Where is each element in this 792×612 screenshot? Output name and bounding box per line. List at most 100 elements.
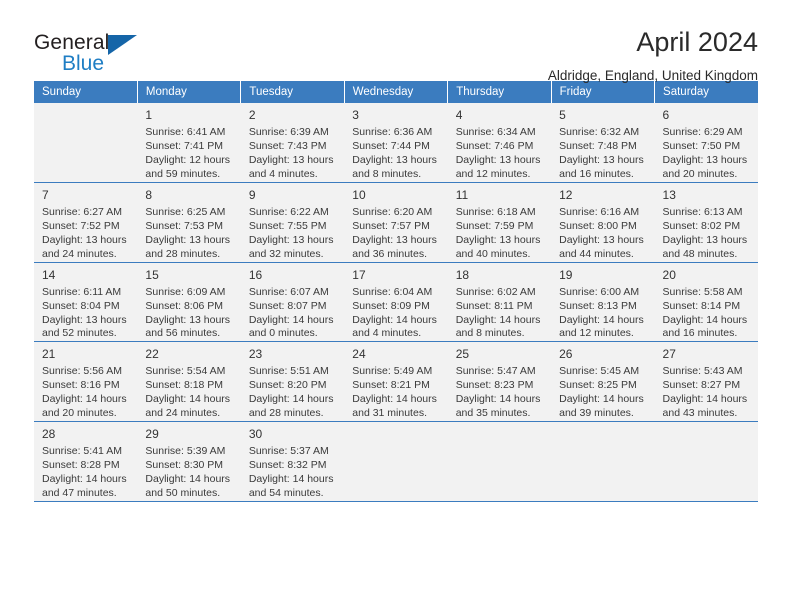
calendar-day-cell[interactable]: 19 Sunrise: 6:00 AM Sunset: 8:13 PM Dayligh… (551, 262, 655, 343)
calendar-day-cell[interactable]: 12 Sunrise: 6:16 AM Sunset: 8:00 PM Dayligh… (551, 182, 655, 263)
title-block: April 2024 Aldridge, England, United Kin… (547, 27, 758, 83)
calendar-day-cell[interactable]: 10 Sunrise: 6:20 AM Sunset: 7:57 PM Dayligh… (344, 182, 448, 263)
day-daylight-line1-text: Daylight: 13 hours (662, 233, 748, 246)
day-daylight-line2-text: and 16 minutes. (662, 327, 738, 340)
day-sunset-text: Sunset: 8:09 PM (352, 299, 430, 312)
logo-text-blue: Blue (62, 52, 105, 75)
day-daylight-line1-text: Daylight: 14 hours (455, 313, 541, 326)
calendar-day-cell[interactable]: 23 Sunrise: 5:51 AM Sunset: 8:20 PM Dayligh… (240, 341, 345, 423)
page-title: April 2024 (636, 27, 758, 57)
day-cell-content: 4 Sunrise: 6:34 AM Sunset: 7:46 PM Daylight… (448, 103, 551, 182)
day-sunset-text: Sunset: 8:04 PM (42, 299, 120, 312)
day-cell-content: 19 Sunrise: 6:00 AM Sunset: 8:13 PM Dayligh… (551, 263, 654, 342)
logo-text-general: General (34, 31, 110, 54)
day-sunrise-text: Sunrise: 5:54 AM (145, 365, 226, 378)
day-sunrise-text: Sunrise: 6:34 AM (455, 126, 536, 138)
calendar-day-cell[interactable]: 25 Sunrise: 5:47 AM Sunset: 8:23 PM Dayligh… (447, 341, 552, 423)
day-daylight-line2-text: and 20 minutes. (662, 167, 738, 180)
day-number: 19 (559, 267, 573, 282)
day-number: 27 (662, 347, 676, 362)
day-daylight-line2-text: and 44 minutes. (559, 247, 634, 260)
day-sunrise-text: Sunrise: 5:49 AM (352, 365, 433, 378)
day-cell-content: 8 Sunrise: 6:25 AM Sunset: 7:53 PM Daylight… (137, 183, 240, 262)
calendar-day-cell[interactable]: 29 Sunrise: 5:39 AM Sunset: 8:30 PM Dayligh… (137, 421, 241, 503)
day-cell-content: 22 Sunrise: 5:54 AM Sunset: 8:18 PM Dayligh… (137, 342, 240, 421)
day-number: 18 (455, 267, 470, 282)
day-sunrise-text: Sunrise: 5:56 AM (42, 365, 122, 378)
calendar-day-cell[interactable]: 16 Sunrise: 6:07 AM Sunset: 8:07 PM Dayligh… (240, 262, 345, 343)
calendar-day-cell[interactable]: 27 Sunrise: 5:43 AM Sunset: 8:27 PM Dayligh… (654, 341, 758, 423)
day-sunrise-text: Sunrise: 5:39 AM (145, 445, 226, 458)
calendar-day-cell[interactable]: 26 Sunrise: 5:45 AM Sunset: 8:25 PM Dayligh… (551, 341, 655, 423)
calendar-day-cell[interactable]: 24 Sunrise: 5:49 AM Sunset: 8:21 PM Dayligh… (344, 341, 448, 423)
day-number: 3 (352, 108, 359, 122)
calendar-day-cell[interactable]: 8 Sunrise: 6:25 AM Sunset: 7:53 PM Daylight… (137, 182, 241, 263)
day-number: 28 (42, 427, 56, 442)
weekday-header-friday: Friday (551, 81, 656, 103)
day-sunset-text: Sunset: 7:57 PM (352, 219, 430, 232)
day-sunrise-text: Sunrise: 6:18 AM (455, 205, 536, 218)
day-sunrise-text: Sunrise: 6:11 AM (42, 285, 122, 298)
day-cell-content: 2 Sunrise: 6:39 AM Sunset: 7:43 PM Daylight… (241, 103, 344, 182)
day-sunset-text: Sunset: 8:00 PM (559, 219, 637, 232)
calendar-day-cell[interactable]: 20 Sunrise: 5:58 AM Sunset: 8:14 PM Dayligh… (654, 262, 758, 343)
day-cell-content: 10 Sunrise: 6:20 AM Sunset: 7:57 PM Dayligh… (344, 183, 447, 262)
calendar-day-cell[interactable]: 5 Sunrise: 6:32 AM Sunset: 7:48 PM Daylight… (551, 103, 655, 183)
general-blue-logo[interactable]: General Blue (34, 28, 154, 76)
day-sunrise-text: Sunrise: 5:51 AM (248, 365, 329, 378)
day-cell-content: 7 Sunrise: 6:27 AM Sunset: 7:52 PM Daylight… (34, 183, 137, 262)
day-daylight-line2-text: and 47 minutes. (42, 487, 117, 500)
day-daylight-line1-text: Daylight: 14 hours (248, 393, 334, 406)
calendar-day-cell[interactable]: 7 Sunrise: 6:27 AM Sunset: 7:52 PM Daylight… (34, 182, 138, 263)
calendar-day-cell[interactable]: 28 Sunrise: 5:41 AM Sunset: 8:28 PM Dayligh… (34, 421, 138, 503)
calendar-day-cell[interactable]: 11 Sunrise: 6:18 AM Sunset: 7:59 PM Dayligh… (447, 182, 552, 263)
calendar-day-cell[interactable]: 18 Sunrise: 6:02 AM Sunset: 8:11 PM Dayligh… (447, 262, 552, 343)
day-sunrise-text: Sunrise: 6:39 AM (248, 126, 329, 138)
day-daylight-line2-text: and 40 minutes. (455, 247, 531, 260)
weekday-header-tuesday: Tuesday (240, 81, 345, 103)
day-sunrise-text: Sunrise: 6:02 AM (455, 285, 536, 298)
day-sunset-text: Sunset: 8:18 PM (145, 379, 224, 392)
day-sunset-text: Sunset: 7:48 PM (559, 139, 637, 152)
day-daylight-line2-text: and 59 minutes. (145, 167, 221, 180)
day-daylight-line2-text: and 36 minutes. (352, 247, 427, 260)
day-daylight-line2-text: and 35 minutes. (455, 407, 531, 420)
calendar-day-cell[interactable]: 21 Sunrise: 5:56 AM Sunset: 8:16 PM Dayligh… (34, 341, 138, 423)
page-subtitle: Aldridge, England, United Kingdom (547, 67, 758, 83)
day-sunrise-text: Sunrise: 5:41 AM (42, 445, 122, 458)
day-sunset-text: Sunset: 8:23 PM (455, 379, 534, 392)
calendar-day-cell[interactable]: 17 Sunrise: 6:04 AM Sunset: 8:09 PM Dayligh… (344, 262, 448, 343)
calendar-day-cell[interactable]: 3 Sunrise: 6:36 AM Sunset: 7:44 PM Daylight… (344, 103, 448, 183)
day-sunrise-text: Sunrise: 6:22 AM (248, 205, 329, 218)
calendar-week-row: 14 Sunrise: 6:11 AM Sunset: 8:04 PM Dayligh… (34, 262, 758, 343)
calendar-day-cell[interactable]: 13 Sunrise: 6:13 AM Sunset: 8:02 PM Dayligh… (654, 182, 758, 263)
sunrise-sunset-calendar: Sunday Monday Tuesday Wednesday Thursday… (34, 81, 758, 503)
calendar-day-cell[interactable]: 2 Sunrise: 6:39 AM Sunset: 7:43 PM Daylight… (240, 103, 345, 183)
weekday-header-thursday: Thursday (447, 81, 552, 103)
day-sunset-text: Sunset: 7:53 PM (145, 219, 224, 232)
day-number: 26 (559, 347, 573, 362)
day-sunset-text: Sunset: 8:14 PM (662, 299, 741, 312)
calendar-day-cell-empty (34, 103, 138, 183)
calendar-day-cell[interactable]: 15 Sunrise: 6:09 AM Sunset: 8:06 PM Dayligh… (137, 262, 241, 343)
day-number: 12 (559, 187, 573, 202)
calendar-day-cell[interactable]: 6 Sunrise: 6:29 AM Sunset: 7:50 PM Daylight… (654, 103, 758, 183)
calendar-day-cell[interactable]: 1 Sunrise: 6:41 AM Sunset: 7:41 PM Daylight… (137, 103, 241, 183)
calendar-day-cell[interactable]: 4 Sunrise: 6:34 AM Sunset: 7:46 PM Daylight… (447, 103, 552, 183)
calendar-day-cell[interactable]: 9 Sunrise: 6:22 AM Sunset: 7:55 PM Daylight… (240, 182, 345, 263)
day-daylight-line2-text: and 31 minutes. (352, 407, 427, 420)
day-sunset-text: Sunset: 7:55 PM (248, 219, 327, 232)
calendar-week-row: 28 Sunrise: 5:41 AM Sunset: 8:28 PM Dayligh… (34, 421, 758, 503)
calendar-day-cell[interactable]: 30 Sunrise: 5:37 AM Sunset: 8:32 PM Dayligh… (240, 421, 345, 503)
calendar-day-cell[interactable]: 22 Sunrise: 5:54 AM Sunset: 8:18 PM Dayligh… (137, 341, 241, 423)
day-daylight-line1-text: Daylight: 13 hours (145, 313, 231, 326)
day-sunset-text: Sunset: 8:07 PM (248, 299, 327, 312)
day-number: 1 (145, 108, 153, 122)
day-daylight-line2-text: and 32 minutes. (248, 247, 324, 260)
day-cell-content: 12 Sunrise: 6:16 AM Sunset: 8:00 PM Dayligh… (551, 183, 654, 262)
calendar-day-cell[interactable]: 14 Sunrise: 6:11 AM Sunset: 8:04 PM Dayligh… (34, 262, 138, 343)
day-daylight-line1-text: Daylight: 14 hours (42, 473, 127, 486)
day-daylight-line1-text: Daylight: 13 hours (145, 233, 231, 246)
day-sunrise-text: Sunrise: 5:43 AM (662, 365, 743, 378)
weekday-header-row: Sunday Monday Tuesday Wednesday Thursday… (34, 81, 758, 103)
